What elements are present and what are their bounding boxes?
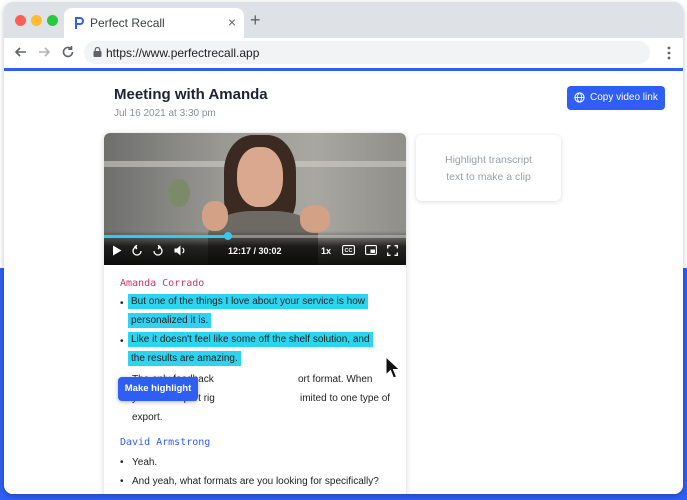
captions-icon[interactable]: CC (342, 245, 355, 255)
video-person-face (237, 147, 283, 207)
highlighted-transcript-line[interactable]: But one of the things I love about your … (128, 294, 369, 309)
tab-strip: Perfect Recall × + (4, 2, 683, 38)
clip-hint-text: Highlight transcript text to make a clip (424, 152, 553, 186)
video-person-hand (300, 205, 330, 233)
address-bar[interactable]: https://www.perfectrecall.app (84, 41, 650, 64)
kebab-menu-icon[interactable] (667, 46, 671, 60)
clip-hint-panel: Highlight transcript text to make a clip (416, 135, 561, 201)
copy-video-link-label: Copy video link (590, 92, 658, 103)
reload-icon[interactable] (60, 44, 76, 60)
highlighted-transcript-line[interactable]: the results are amazing. (128, 351, 241, 366)
make-highlight-button[interactable]: Make highlight (118, 377, 198, 401)
browser-toolbar: https://www.perfectrecall.app (4, 38, 683, 68)
playback-speed[interactable]: 1x (321, 246, 331, 256)
forward-icon[interactable] (152, 245, 164, 257)
bullet: • (120, 298, 124, 309)
perfect-recall-logo-icon (75, 17, 84, 29)
tab-perfect-recall[interactable]: Perfect Recall × (64, 8, 244, 38)
tab-close-icon[interactable]: × (228, 14, 236, 30)
speaker-name: Amanda Corrado (120, 278, 205, 289)
new-tab-icon[interactable]: + (250, 11, 261, 29)
volume-icon[interactable] (174, 245, 186, 256)
bullet: • (120, 476, 124, 487)
url-text: https://www.perfectrecall.app (106, 46, 260, 60)
bullet: • (120, 457, 124, 468)
transcript-line[interactable]: ort format. When (298, 374, 372, 385)
bullet: • (120, 336, 124, 347)
close-window-dot[interactable] (15, 15, 26, 26)
highlighted-transcript-line[interactable]: personalized it is. (128, 313, 212, 328)
meeting-title: Meeting with Amanda (114, 86, 268, 103)
transcript-line[interactable]: And yeah, what formats are you looking f… (132, 476, 379, 487)
forward-arrow-icon[interactable] (36, 44, 52, 60)
fullscreen-icon[interactable] (387, 245, 398, 256)
clip-hint-line: Highlight transcript (445, 154, 532, 166)
back-arrow-icon[interactable] (13, 44, 29, 60)
video-player[interactable]: 12:17 / 30:02 1x CC (104, 133, 406, 265)
copy-video-link-button[interactable]: Copy video link (567, 86, 665, 110)
clip-hint-line: text to make a clip (446, 171, 531, 183)
page-content: Meeting with Amanda Jul 16 2021 at 3:30 … (4, 71, 683, 494)
maximize-window-dot[interactable] (47, 15, 58, 26)
picture-in-picture-icon[interactable] (365, 245, 377, 255)
browser-window: Perfect Recall × + https://www.perfectre… (4, 2, 683, 494)
captions-label: CC (345, 248, 353, 254)
transcript-line[interactable]: imited to one type of (300, 393, 390, 404)
mouse-cursor-icon (385, 356, 401, 379)
lock-icon (93, 47, 102, 57)
rewind-icon[interactable] (131, 245, 143, 257)
play-icon[interactable] (112, 245, 122, 256)
video-progress-fill (104, 235, 228, 238)
speaker-name: David Armstrong (120, 437, 211, 448)
video-plant (168, 179, 190, 207)
meeting-date: Jul 16 2021 at 3:30 pm (114, 108, 216, 119)
transcript-line[interactable]: export. (132, 412, 163, 423)
tab-title: Perfect Recall (90, 16, 165, 30)
video-person-hand (202, 201, 228, 231)
transcript-line[interactable]: Yeah. (132, 457, 157, 468)
video-progress-handle[interactable] (223, 232, 232, 240)
video-time: 12:17 / 30:02 (228, 246, 282, 256)
globe-icon (574, 92, 585, 103)
highlighted-transcript-line[interactable]: Like it doesn't feel like some off the s… (128, 332, 373, 347)
minimize-window-dot[interactable] (31, 15, 42, 26)
video-transcript-card: 12:17 / 30:02 1x CC Amanda Corrado • But… (104, 133, 406, 494)
